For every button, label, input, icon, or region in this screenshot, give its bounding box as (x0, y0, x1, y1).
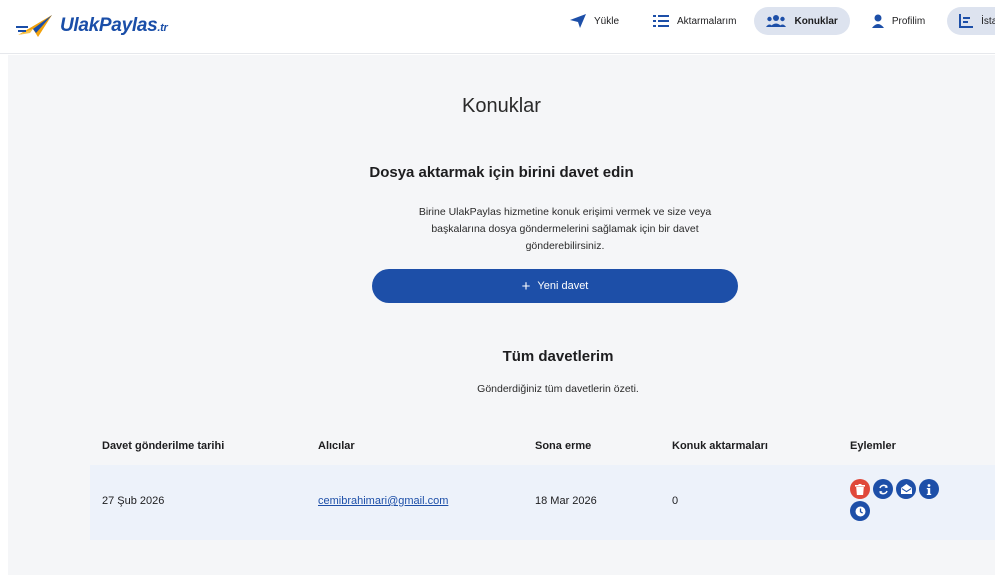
page-title: Konuklar (462, 95, 541, 117)
clock-button[interactable] (850, 501, 870, 521)
invite-desc-line: başkalarına dosya göndermelerini sağlama… (431, 223, 699, 235)
envelope-open-button[interactable] (896, 479, 916, 499)
nav-item-upload[interactable]: Yükle (558, 7, 631, 35)
expiry-date: 18 Mar 2026 (535, 495, 597, 507)
info-icon (926, 483, 932, 495)
invite-heading: Dosya aktarmak için birini davet edin (369, 164, 634, 181)
users-icon (766, 15, 787, 27)
nav-item-transfers[interactable]: Aktarmalarım (641, 7, 748, 35)
nav-label: Profilim (891, 15, 926, 27)
nav-label: Konuklar (794, 15, 838, 27)
brand-name: UlakPaylas.tr (60, 15, 168, 36)
nav-label: İstati (981, 15, 995, 27)
trash-icon (855, 483, 865, 495)
envelope-open-icon (900, 484, 912, 494)
main-nav: Yükle Aktarmalarım Konuklar Profilim İst… (558, 7, 995, 35)
invites-table: Davet gönderilme tarihi Alıcılar Sona er… (90, 427, 995, 540)
paper-plane-icon (570, 14, 586, 28)
chart-icon (959, 14, 974, 28)
guest-transfers-count: 0 (672, 495, 679, 507)
brand-logo[interactable]: UlakPaylas.tr (16, 8, 168, 44)
invite-desc-line: gönderebilirsiniz. (525, 240, 605, 252)
top-header: UlakPaylas.tr Yükle Aktarmalarım Konukla… (0, 0, 995, 54)
column-header-recipients: Alıcılar (318, 440, 355, 452)
recipient-email-link[interactable]: cemibrahimari@gmail.com (318, 495, 448, 507)
column-header-sent: Davet gönderilme tarihi (102, 440, 225, 452)
invite-description: Birine UlakPaylas hizmetine konuk erişim… (383, 204, 747, 255)
all-invites-heading: Tüm davetlerim (502, 348, 614, 365)
nav-item-guests[interactable]: Konuklar (754, 7, 850, 35)
plus-icon: + (521, 277, 531, 295)
delete-button[interactable] (850, 479, 870, 499)
resend-icon (878, 484, 888, 494)
table-row: 27 Şub 2026 cemibrahimari@gmail.com 18 M… (90, 465, 995, 540)
column-header-actions: Eylemler (850, 440, 896, 452)
invite-desc-line: Birine UlakPaylas hizmetine konuk erişim… (418, 206, 712, 218)
new-invite-button[interactable]: + Yeni davet (372, 269, 738, 303)
recipient-cell: cemibrahimari@gmail.com (318, 495, 448, 507)
info-button[interactable] (919, 479, 939, 499)
nav-label: Aktarmalarım (677, 15, 737, 27)
clock-icon (855, 506, 865, 516)
paper-plane-logo-icon (16, 15, 52, 37)
nav-label: Yükle (594, 15, 620, 27)
column-header-guest-transfers: Konuk aktarmaları (672, 440, 768, 452)
row-actions (850, 479, 960, 521)
table-header: Davet gönderilme tarihi Alıcılar Sona er… (90, 427, 995, 465)
column-header-expires: Sona erme (535, 440, 592, 452)
sent-date: 27 Şub 2026 (102, 495, 165, 507)
all-invites-description: Gönderdiğiniz tüm davetlerin özeti. (477, 383, 639, 395)
resend-button[interactable] (873, 479, 893, 499)
list-icon (653, 15, 670, 27)
user-icon (871, 14, 884, 28)
main-content: Konuklar Dosya aktarmak için birini dave… (8, 55, 995, 575)
nav-item-statistics[interactable]: İstati (947, 7, 995, 35)
new-invite-label: Yeni davet (537, 280, 589, 292)
nav-item-profile[interactable]: Profilim (860, 7, 937, 35)
